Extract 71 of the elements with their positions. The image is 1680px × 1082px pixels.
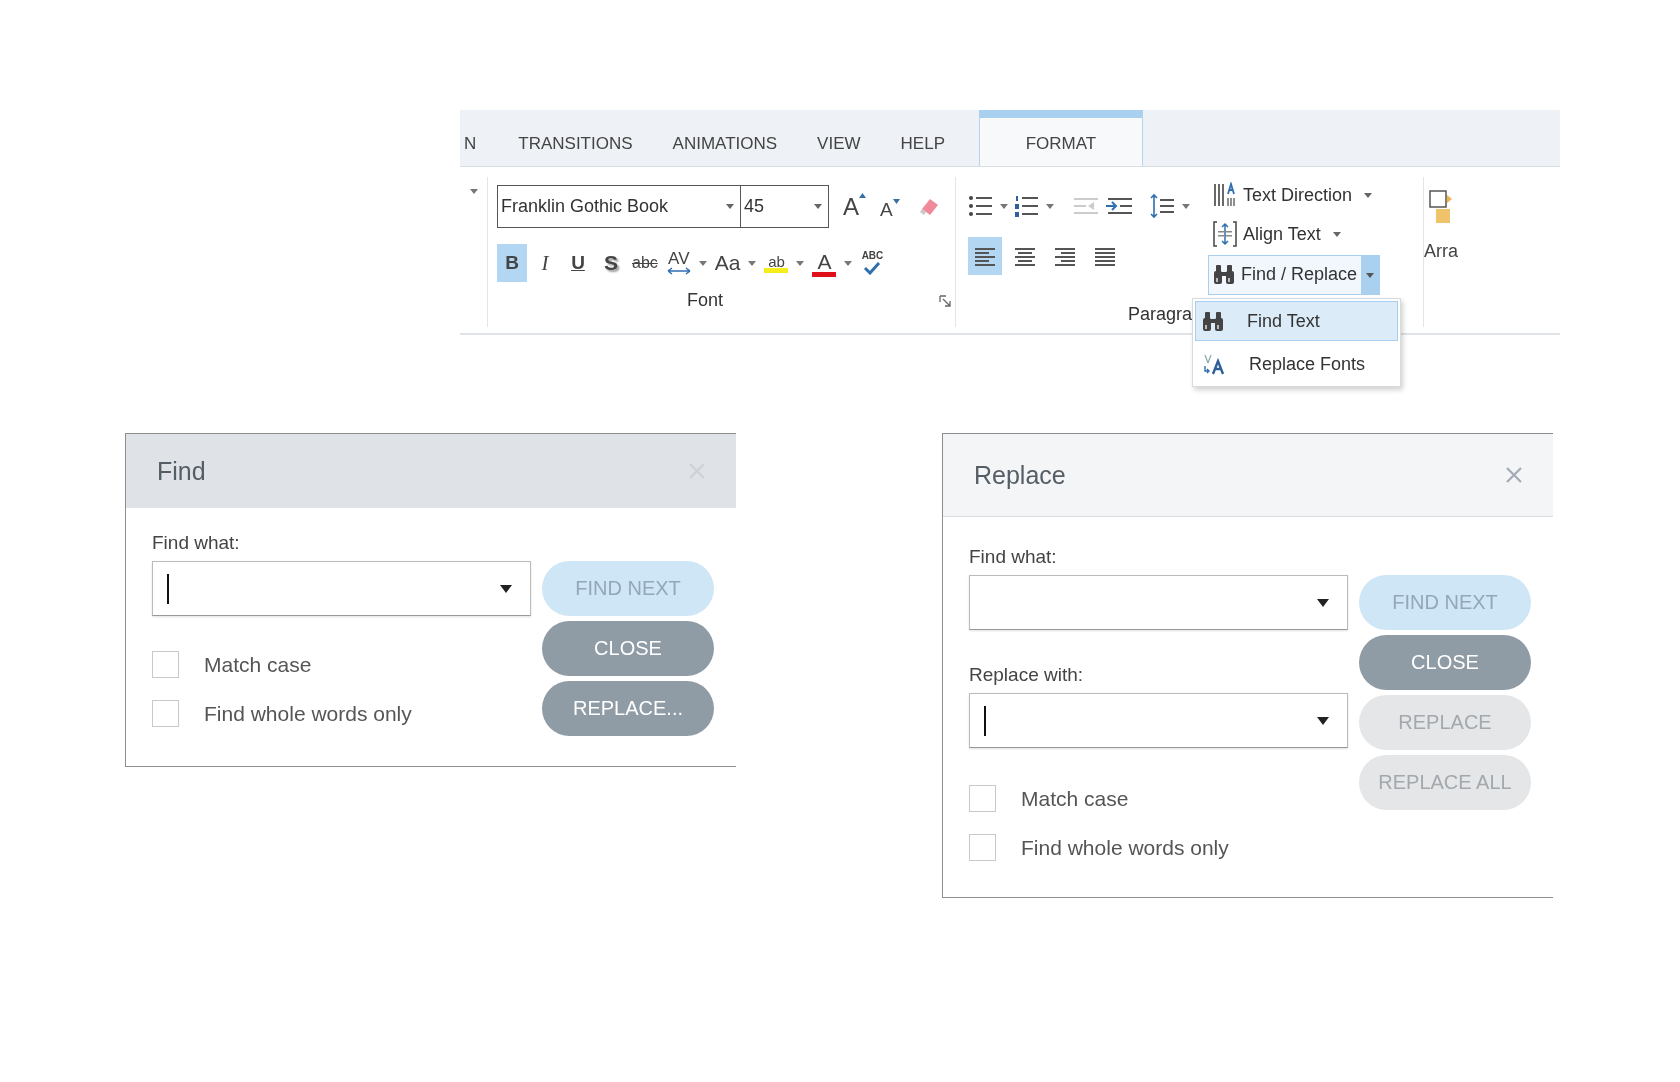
binoculars-icon xyxy=(1202,310,1224,332)
group-label: Font xyxy=(687,290,724,311)
shadow-button[interactable]: S xyxy=(596,244,626,282)
caret-icon xyxy=(814,204,822,209)
dialog-title: Replace xyxy=(974,460,1066,490)
text-direction-button[interactable]: Text Direction xyxy=(1208,177,1381,213)
group-label: Arra xyxy=(1424,241,1458,262)
field-label: Find what: xyxy=(152,532,241,555)
ribbon-tab[interactable]: TRANSITIONS xyxy=(498,110,653,166)
highlight-button[interactable]: ab xyxy=(761,244,792,282)
field-label: Replace with: xyxy=(969,664,1085,687)
triangle-icon xyxy=(892,198,900,204)
binoculars-icon xyxy=(1213,263,1235,285)
ribbon-tab[interactable]: ANIMATIONS xyxy=(652,110,798,166)
caret-icon xyxy=(1364,192,1373,198)
align-justify-icon xyxy=(1093,246,1117,266)
group-label: Paragra xyxy=(1128,304,1193,325)
caret-icon[interactable] xyxy=(1317,716,1329,725)
ribbon-tab[interactable]: HELP xyxy=(880,110,965,166)
checkbox[interactable] xyxy=(152,700,179,727)
ribbon-tab[interactable]: FORMAT xyxy=(979,110,1143,166)
menu-item[interactable]: Replace Fonts xyxy=(1195,344,1398,384)
align-text-icon xyxy=(1213,221,1237,247)
bold-button[interactable]: B xyxy=(497,244,527,282)
double-arrow-icon xyxy=(666,267,691,275)
line-spacing-icon[interactable] xyxy=(1150,193,1176,219)
menu-item[interactable]: Find Text xyxy=(1195,301,1398,341)
checkbox[interactable] xyxy=(969,834,996,861)
font-size-field[interactable]: 45 xyxy=(741,185,829,228)
checkbox-label: Find whole words only xyxy=(1021,835,1229,860)
checkbox[interactable] xyxy=(969,785,996,812)
replace-fonts-icon xyxy=(1202,353,1226,375)
strike-button[interactable]: abc xyxy=(629,244,661,282)
checkbox-label: Match case xyxy=(1021,786,1129,811)
bullet-list-icon[interactable] xyxy=(968,194,994,218)
ribbon-tab[interactable]: VIEW xyxy=(797,110,881,166)
shrink-font-button[interactable]: A xyxy=(880,198,900,221)
align-right-icon xyxy=(1053,246,1077,266)
caret-icon xyxy=(1366,272,1375,278)
align-text-button[interactable]: Align Text xyxy=(1208,216,1381,252)
case-button[interactable]: Aa xyxy=(711,244,744,282)
checkbox[interactable] xyxy=(152,651,179,678)
caret-icon[interactable] xyxy=(500,584,512,593)
spacing-button[interactable]: AV xyxy=(663,244,694,282)
checkbox-label: Match case xyxy=(204,652,312,677)
dialog-launcher-icon[interactable] xyxy=(939,294,951,307)
caret-icon xyxy=(726,204,734,209)
text-direction-icon xyxy=(1213,182,1237,208)
dialog-title: Find xyxy=(157,456,206,486)
check-icon xyxy=(863,261,882,275)
increase-indent-icon[interactable] xyxy=(1106,196,1132,216)
italic-button[interactable]: I xyxy=(530,244,560,282)
color-button[interactable]: A xyxy=(809,244,840,282)
align-center-icon xyxy=(1013,246,1037,266)
spelling-button[interactable]: ABC xyxy=(857,244,888,282)
triangle-icon xyxy=(859,192,866,198)
numbered-list-icon[interactable] xyxy=(1014,194,1040,218)
align-left-button[interactable] xyxy=(968,237,1002,275)
combo-field[interactable] xyxy=(969,575,1348,630)
align-left-icon xyxy=(973,246,997,266)
font-name-field[interactable]: Franklin Gothic Book xyxy=(497,185,741,228)
caret-icon xyxy=(1332,231,1341,237)
combo-field[interactable] xyxy=(969,693,1348,748)
grow-font-button[interactable]: A xyxy=(843,192,866,221)
caret-icon[interactable] xyxy=(1317,598,1329,607)
underline-button[interactable]: U xyxy=(563,244,593,282)
checkbox-label: Find whole words only xyxy=(204,701,412,726)
dropdown-button[interactable] xyxy=(1361,256,1380,294)
field-label: Find what: xyxy=(969,546,1058,569)
ribbon-tab[interactable]: N xyxy=(460,110,499,166)
combo-field[interactable] xyxy=(152,561,531,616)
